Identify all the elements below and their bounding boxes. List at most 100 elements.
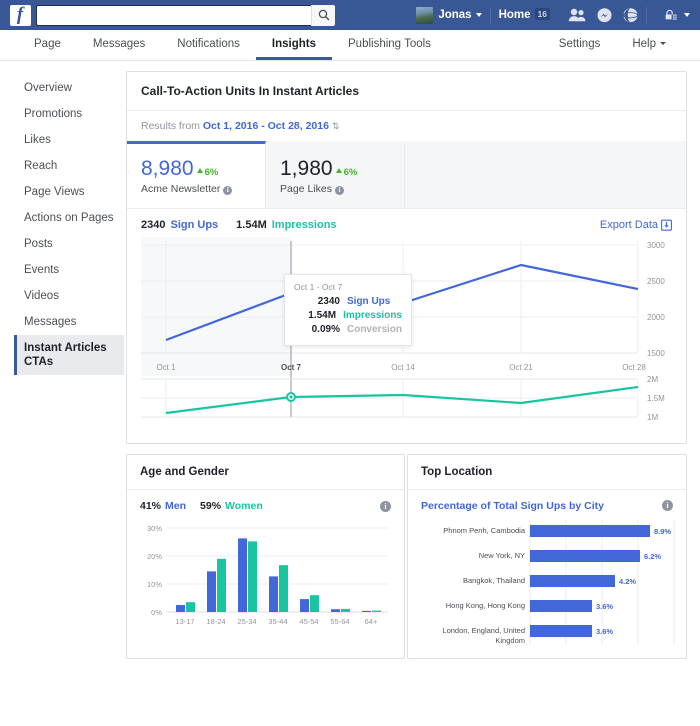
sidebar-item-events[interactable]: Events <box>14 257 124 283</box>
men-pct: 41% <box>140 500 162 512</box>
search-input[interactable] <box>36 4 335 26</box>
date-range-caret-icon[interactable]: ⇅ <box>332 121 340 131</box>
stat-tab-page-likes[interactable]: 1,980 6% Page Likes i <box>266 141 405 208</box>
insights-sidebar: Overview Promotions Likes Reach Page Vie… <box>14 71 124 375</box>
chevron-down-icon[interactable] <box>475 13 482 17</box>
bar-men-55-64 <box>331 609 340 612</box>
chart-tooltip: Oct 1 - Oct 7 2340 Sign Ups 1.54M Impres… <box>284 274 412 346</box>
bar-men-13-17 <box>176 605 185 612</box>
trend-charts: 3000 2500 2000 1500 Oct 1 Oct 7 Oct 14 O… <box>127 237 686 443</box>
home-link[interactable]: Home 16 <box>498 8 550 21</box>
tooltip-key: Sign Ups <box>347 296 391 307</box>
nav-divider-2 <box>646 6 647 24</box>
tab-help[interactable]: Help <box>616 30 682 60</box>
facebook-logo[interactable]: f <box>10 4 31 26</box>
info-icon[interactable]: i <box>662 500 673 511</box>
stat-label-row: Page Likes i <box>280 183 404 195</box>
tab-notifications[interactable]: Notifications <box>161 30 256 60</box>
export-data-button[interactable]: Export Data <box>600 219 672 231</box>
sidebar-item-posts[interactable]: Posts <box>14 231 124 257</box>
sidebar-item-page-views[interactable]: Page Views <box>14 179 124 205</box>
sidebar-item-overview[interactable]: Overview <box>14 75 124 101</box>
sidebar-item-messages[interactable]: Messages <box>14 309 124 335</box>
trend-up-icon <box>196 168 203 173</box>
page-tabs-right: Settings Help <box>543 30 682 60</box>
x-tick-45-54: 45-54 <box>299 617 318 626</box>
legend-signups-value: 2340 <box>141 219 166 231</box>
search-icon[interactable] <box>311 4 335 26</box>
location-bar-hong-kong <box>530 600 592 612</box>
help-label: Help <box>632 37 656 50</box>
bar-women-64-plus <box>372 610 381 612</box>
info-icon[interactable]: i <box>223 186 233 195</box>
stat-tab-acme-newsletter[interactable]: 8,980 6% Acme Newsletter i <box>127 141 266 208</box>
sidebar-item-reach[interactable]: Reach <box>14 153 124 179</box>
location-label-phnom-penh: Phnom Penh, Cambodia <box>443 526 526 535</box>
bar-women-18-24 <box>217 558 226 612</box>
location-value-new-york: 6.2% <box>644 552 661 561</box>
y-tick-20: 20% <box>147 552 162 561</box>
stat-label: Page Likes <box>280 183 332 195</box>
top-nav-right: Jonas Home 16 <box>416 0 690 30</box>
x-tick-55-64: 55-64 <box>330 617 349 626</box>
stat-label: Acme Newsletter <box>141 183 221 195</box>
home-label: Home <box>498 9 531 21</box>
impressions-line <box>165 385 639 415</box>
privacy-lock-icon[interactable] <box>665 9 690 22</box>
date-range-selector[interactable]: Oct 1, 2016 - Oct 28, 2016 <box>203 120 329 132</box>
privacy-chevron-down-icon[interactable] <box>684 13 690 17</box>
home-badge: 16 <box>534 8 550 20</box>
page-body: Overview Promotions Likes Reach Page Vie… <box>0 61 700 673</box>
location-value-phnom-penh: 8.9% <box>654 527 671 536</box>
magnifier-glyph <box>318 9 329 21</box>
x-tick-oct-7: Oct 7 <box>281 363 302 372</box>
men-label: Men <box>165 500 187 512</box>
y-tick-2000: 2000 <box>647 313 665 322</box>
globe-notifications-icon[interactable] <box>623 7 638 23</box>
location-value-bangkok: 4.2% <box>619 577 636 586</box>
search-container <box>36 4 335 26</box>
x-tick-13-17: 13-17 <box>175 617 194 626</box>
location-label-hong-kong: Hong Kong, Hong Kong <box>446 601 525 610</box>
info-icon[interactable]: i <box>380 500 391 512</box>
sidebar-item-likes[interactable]: Likes <box>14 127 124 153</box>
tab-settings[interactable]: Settings <box>543 30 617 60</box>
tooltip-row-signups: 2340 Sign Ups <box>294 295 402 309</box>
export-data-label: Export Data <box>599 219 658 231</box>
tab-insights[interactable]: Insights <box>255 30 333 60</box>
hover-highlight-band <box>141 237 291 376</box>
bar-women-45-54 <box>310 595 319 612</box>
y-tick-1m: 1M <box>647 413 658 422</box>
y-tick-2m: 2M <box>647 375 658 384</box>
legend-impressions-label[interactable]: Impressions <box>272 219 337 231</box>
facebook-insights-page: f Jonas Home 16 Page Messages Notificati… <box>0 0 700 726</box>
stat-tabs: 8,980 6% Acme Newsletter i 1,980 6% Page Li… <box>127 141 686 209</box>
tab-messages[interactable]: Messages <box>77 30 161 60</box>
sidebar-item-videos[interactable]: Videos <box>14 283 124 309</box>
sidebar-item-actions-on-pages[interactable]: Actions on Pages <box>14 205 124 231</box>
user-name-label[interactable]: Jonas <box>438 9 471 21</box>
bar-women-13-17 <box>186 602 195 612</box>
insights-main: Call-To-Action Units In Instant Articles… <box>126 71 687 673</box>
bar-men-64-plus <box>362 610 371 612</box>
stat-delta: 6% <box>204 167 219 178</box>
legend-signups-label[interactable]: Sign Ups <box>170 219 218 231</box>
location-label-bangkok: Bangkok, Thailand <box>463 576 525 585</box>
tab-publishing-tools[interactable]: Publishing Tools <box>332 30 447 60</box>
sidebar-item-promotions[interactable]: Promotions <box>14 101 124 127</box>
tooltip-date: Oct 1 - Oct 7 <box>294 282 343 292</box>
info-icon[interactable]: i <box>334 186 344 195</box>
messenger-icon[interactable] <box>597 7 612 23</box>
x-tick-oct-21: Oct 21 <box>509 363 533 372</box>
y-tick-30: 30% <box>147 524 162 533</box>
tab-page[interactable]: Page <box>18 30 77 60</box>
bar-men-35-44 <box>269 576 278 612</box>
friend-requests-icon[interactable] <box>568 8 586 22</box>
avatar[interactable] <box>416 6 434 24</box>
results-prefix-label: Results from <box>141 120 200 132</box>
x-tick-64-plus: 64+ <box>365 617 378 626</box>
age-gender-body: 41% Men 59% Women i 30% 20% 10% 0% 13-17… <box>127 490 404 640</box>
trend-up-icon <box>335 168 342 173</box>
sidebar-item-instant-articles-ctas[interactable]: Instant Articles CTAs <box>14 335 124 375</box>
bar-men-45-54 <box>300 599 309 612</box>
